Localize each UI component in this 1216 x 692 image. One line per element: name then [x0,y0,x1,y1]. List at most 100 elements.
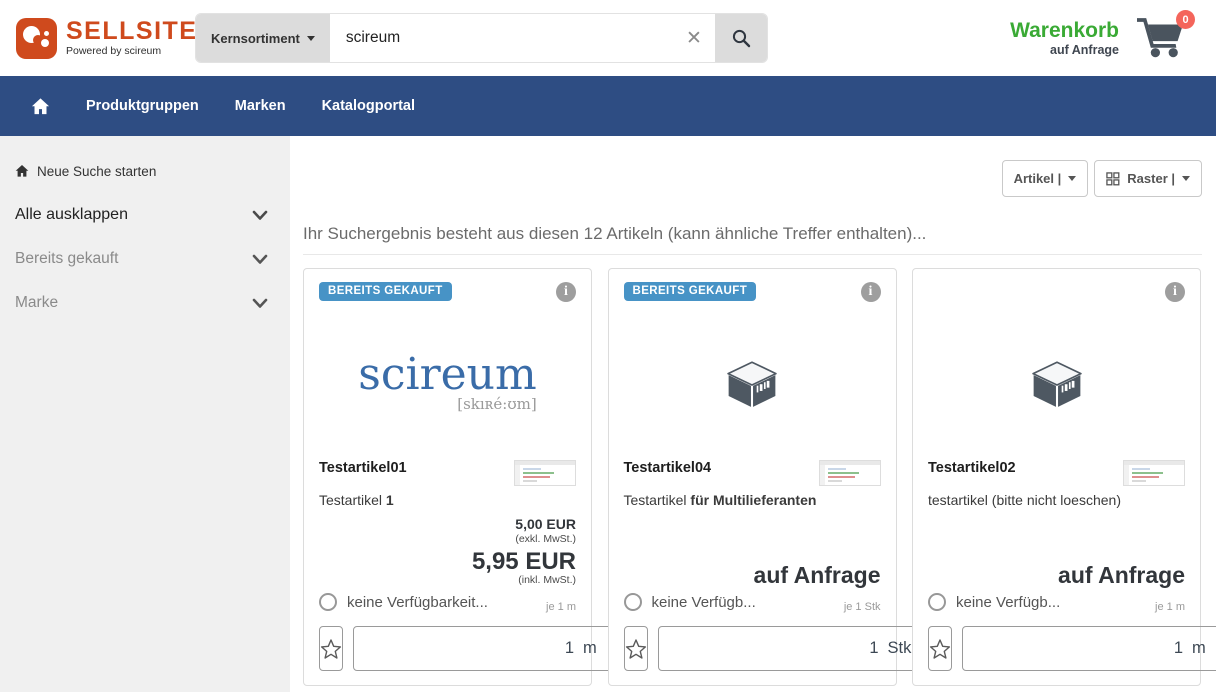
product-subtitle: testartikel (bitte nicht loeschen) [928,492,1185,512]
product-title[interactable]: Testartikel02 [928,460,1016,476]
availability-indicator [624,593,642,611]
per-unit-label: je 1 m [1155,601,1185,614]
home-icon [31,97,50,116]
product-image[interactable]: scireum [skıʀé:ʊm] [319,308,576,460]
product-card[interactable]: i Testartikel02 testartikel (bitte nicht… [912,268,1201,686]
product-subtitle: Testartikel für Multilieferanten [624,492,881,512]
product-title[interactable]: Testartikel01 [319,460,407,476]
quantity-input[interactable] [659,639,879,658]
quantity-input[interactable] [354,639,574,658]
availability-indicator [319,593,337,611]
brand-name: SELLSITE [66,19,197,44]
already-purchased-badge: BEREITS GEKAUFT [319,282,452,301]
product-card[interactable]: BEREITS GEKAUFT i Testartikel04 Testarti… [608,268,897,686]
view-mode-button[interactable]: Artikel | [1002,160,1089,197]
info-icon[interactable]: i [861,282,881,302]
header: SELLSITE Powered by scireum Kernsortimen… [0,0,1216,76]
brand-tagline: Powered by scireum [66,45,197,57]
grid-icon [1106,172,1120,186]
product-thumbnail[interactable] [514,460,576,486]
results-area: Artikel | Raster | Ihr Suchergebnis best… [290,136,1216,692]
chevron-down-icon [252,253,268,265]
nav-item-katalogportal[interactable]: Katalogportal [322,98,415,114]
product-title[interactable]: Testartikel04 [624,460,712,476]
price-excl: 5,00 EUR [515,516,576,532]
availability-text: keine Verfügb... [956,594,1060,611]
info-icon[interactable]: i [1165,282,1185,302]
divider [303,254,1202,255]
caret-down-icon [1068,176,1076,181]
cart-label: Warenkorb [1010,19,1119,43]
quantity-input[interactable] [963,639,1183,658]
per-unit-label: je 1 m [546,601,576,614]
caret-down-icon [307,36,315,41]
logo[interactable]: SELLSITE Powered by scireum [16,18,195,59]
new-search-link[interactable]: Neue Suche starten [0,149,290,193]
cart-summary[interactable]: Warenkorb auf Anfrage 0 [1010,13,1190,63]
clear-search-button[interactable]: ✕ [673,14,715,62]
filter-label: Marke [15,294,58,312]
sellsite-logo-icon [16,18,57,59]
availability-text: keine Verfügb... [652,594,756,611]
star-icon [929,638,951,660]
info-icon[interactable]: i [556,282,576,302]
package-box-icon [1030,360,1084,408]
product-card[interactable]: BEREITS GEKAUFT i scireum [skıʀé:ʊm] Tes… [303,268,592,686]
price-incl: 5,95 EUR [472,549,576,574]
favorite-button[interactable] [624,626,648,671]
search-input[interactable] [330,14,673,62]
star-icon [320,638,342,660]
scireum-logo: scireum [skıʀé:ʊm] [358,355,536,413]
favorite-button[interactable] [319,626,343,671]
product-thumbnail[interactable] [1123,460,1185,486]
star-icon [625,638,647,660]
nav-item-produktgruppen[interactable]: Produktgruppen [86,98,199,114]
nav-home[interactable] [31,97,50,116]
filter-label: Bereits gekauft [15,250,118,268]
view-mode-label: Artikel | [1014,171,1062,186]
expand-all-label: Alle ausklappen [15,206,128,224]
product-image[interactable] [624,308,881,460]
per-unit-label: je 1 Stk [844,601,881,614]
price-block: 5,00 EUR (exkl. MwSt.) 5,95 EUR (inkl. M… [319,512,576,587]
main-nav: Produktgruppen Marken Katalogportal [0,76,1216,136]
product-thumbnail[interactable] [819,460,881,486]
layout-mode-button[interactable]: Raster | [1094,160,1202,197]
price-incl-note: (inkl. MwSt.) [518,574,576,587]
search-scope-dropdown[interactable]: Kernsortiment [196,14,330,62]
filter-marke[interactable]: Marke [0,281,290,325]
already-purchased-badge: BEREITS GEKAUFT [624,282,757,301]
price-excl-note: (exkl. MwSt.) [515,533,576,546]
search-icon [731,28,751,48]
layout-mode-label: Raster | [1127,171,1175,186]
expand-all-toggle[interactable]: Alle ausklappen [0,193,290,237]
cart-sublabel: auf Anfrage [1010,43,1119,57]
view-toolbar: Artikel | Raster | [303,160,1202,197]
price-on-request: auf Anfrage [754,563,881,587]
favorite-button[interactable] [928,626,952,671]
price-on-request: auf Anfrage [1058,563,1185,587]
filter-bereits-gekauft[interactable]: Bereits gekauft [0,237,290,281]
cart-icon[interactable]: 0 [1134,13,1190,63]
product-subtitle: Testartikel 1 [319,492,576,512]
quantity-field[interactable]: m [962,626,1216,671]
results-summary: Ihr Suchergebnis besteht aus diesen 12 A… [303,224,1202,244]
product-grid: BEREITS GEKAUFT i scireum [skıʀé:ʊm] Tes… [303,268,1202,686]
product-image[interactable] [928,308,1185,460]
unit-label: m [583,639,597,658]
chevron-down-icon [252,297,268,309]
unit-label: Stk [888,639,912,658]
search-bar: Kernsortiment ✕ [195,13,768,63]
availability-indicator [928,593,946,611]
availability-text: keine Verfügbarkeit... [347,594,488,611]
home-icon [15,164,29,178]
cart-count-badge: 0 [1176,10,1195,29]
unit-label: m [1192,639,1206,658]
filter-sidebar: Neue Suche starten Alle ausklappen Berei… [0,136,290,692]
chevron-down-icon [252,209,268,221]
search-button[interactable] [715,14,767,62]
price-block: auf Anfrage [624,512,881,587]
caret-down-icon [1182,176,1190,181]
nav-item-marken[interactable]: Marken [235,98,286,114]
price-block: auf Anfrage [928,512,1185,587]
